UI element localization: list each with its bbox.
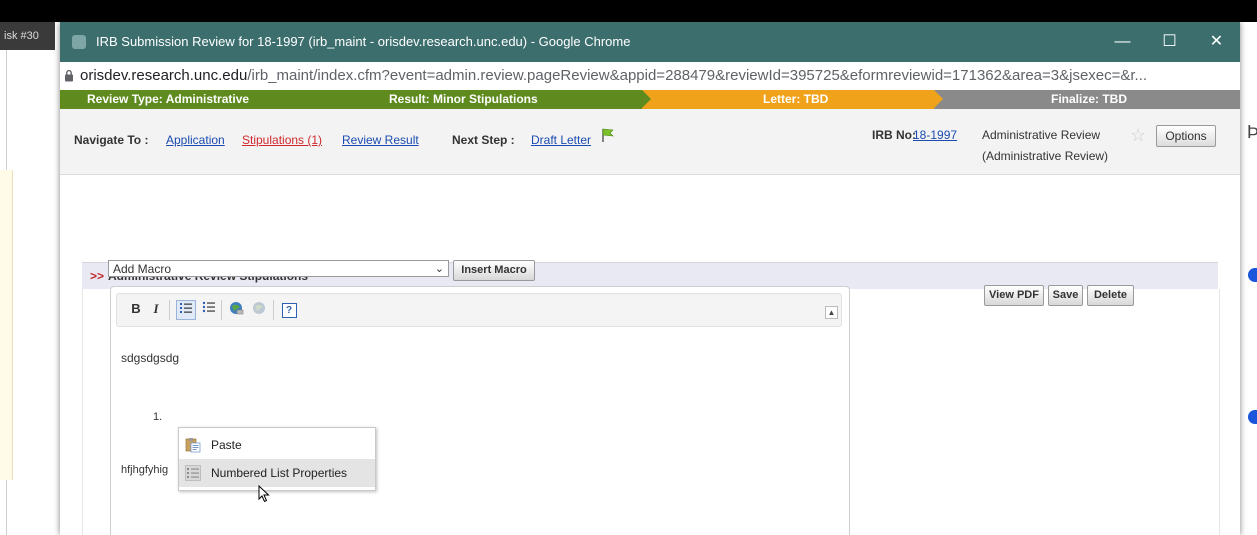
add-macro-select[interactable]: Add Macro ⌄ [108,260,449,277]
rich-text-editor[interactable]: B I ? ▲ sdgsdgsdg 1. hfjhgfyhig [110,286,850,535]
lock-icon [65,69,73,82]
context-menu-paste[interactable]: Paste [179,431,375,459]
irb-number-link[interactable]: 18-1997 [913,128,957,142]
background-panel-strip [0,170,13,480]
chevron-right-icon [350,90,359,108]
insert-macro-button[interactable]: Insert Macro [453,260,535,281]
url-host: orisdev.research.unc.edu [80,67,248,84]
minimize-button[interactable]: — [1099,22,1146,62]
toolbar-separator [273,300,274,320]
editor-text-line: sdgsdgsdg [121,351,180,365]
window-title: IRB Submission Review for 18-1997 (irb_m… [96,34,631,49]
context-menu: Paste Numbered List Properties [178,427,376,491]
workflow-step-letter: Letter: TBD [642,90,943,109]
workflow-step-review-type: Review Type: Administrative [60,90,359,109]
chevron-right-icon [642,90,651,108]
review-navigation-header: Navigate To : Application Stipulations (… [60,109,1240,175]
chrome-popup-window: IRB Submission Review for 18-1997 (irb_m… [60,22,1240,535]
save-button[interactable]: Save [1048,285,1083,306]
address-bar[interactable]: orisdev.research.unc.edu/irb_maint/index… [60,62,1240,91]
background-text-fragment: Þ [1247,122,1257,142]
view-pdf-button[interactable]: View PDF [984,285,1044,306]
globe-unlink-icon [253,302,265,314]
italic-button[interactable]: I [147,300,165,318]
page-favicon-icon [72,35,86,49]
numbered-list-button[interactable] [176,300,196,320]
url-text[interactable]: orisdev.research.unc.edu/irb_maint/index… [80,67,1147,84]
background-marker [1248,410,1257,424]
stipulations-link[interactable]: Stipulations (1) [242,133,322,147]
workflow-step-label: Letter: TBD [763,92,829,106]
screen-top-bar [0,0,1257,22]
chevron-right-icon [934,90,943,108]
workflow-step-label: Result: Minor Stipulations [389,92,538,106]
workflow-step-finalize: Finalize: TBD [934,90,1240,109]
options-button[interactable]: Options [1156,125,1216,147]
background-marker [1248,268,1257,282]
navigate-to-label: Navigate To : [74,133,149,147]
draft-letter-link[interactable]: Draft Letter [531,133,591,147]
workflow-step-label: Review Type: Administrative [87,92,250,106]
application-link[interactable]: Application [166,133,225,147]
list-item-number: 1. [153,411,163,423]
mouse-cursor-icon [258,485,270,503]
bold-button[interactable]: B [127,300,145,318]
url-path: /irb_maint/index.cfm?event=admin.review.… [247,67,1148,84]
paste-icon [185,438,201,453]
context-menu-numbered-list-properties[interactable]: Numbered List Properties [179,459,375,487]
remove-link-button[interactable] [250,300,268,318]
help-icon: ? [281,303,297,318]
review-subtype-text: (Administrative Review) [982,149,1109,163]
flag-icon[interactable] [600,127,616,143]
editor-text-line: hfjhgfyhig [121,464,169,476]
editor-toolbar: B I ? ▲ [116,293,842,327]
review-type-text: Administrative Review [982,128,1101,142]
context-menu-label: Paste [211,438,242,452]
review-result-link[interactable]: Review Result [342,133,419,147]
bullet-list-icon [202,301,215,313]
close-button[interactable]: ✕ [1193,22,1240,62]
next-step-label: Next Step : [452,133,515,147]
chevron-down-icon: ⌄ [434,263,444,275]
globe-link-icon [230,302,244,315]
irb-number-label: IRB No: [872,128,916,142]
workflow-step-result: Result: Minor Stipulations [350,90,651,109]
context-menu-label: Numbered List Properties [211,466,348,480]
numbered-list-icon [180,303,192,313]
collapse-toolbar-button[interactable]: ▲ [825,306,838,319]
window-titlebar[interactable]: IRB Submission Review for 18-1997 (irb_m… [60,22,1240,62]
bullet-list-button[interactable] [200,300,218,318]
toolbar-separator [169,300,170,320]
help-button[interactable]: ? [280,300,298,318]
numbered-list-icon [185,465,201,481]
macro-select-value: Add Macro [113,262,172,276]
star-icon[interactable]: ☆ [1130,125,1146,146]
background-tab[interactable]: isk #30 [0,22,55,50]
insert-link-button[interactable] [227,300,245,318]
double-chevron-icon: >> [90,269,105,283]
delete-button[interactable]: Delete [1087,285,1134,306]
toolbar-separator [221,300,222,320]
maximize-button[interactable]: ☐ [1146,22,1193,62]
workflow-progress-bar: Review Type: Administrative Result: Mino… [60,90,1240,109]
workflow-step-label: Finalize: TBD [1051,92,1128,106]
